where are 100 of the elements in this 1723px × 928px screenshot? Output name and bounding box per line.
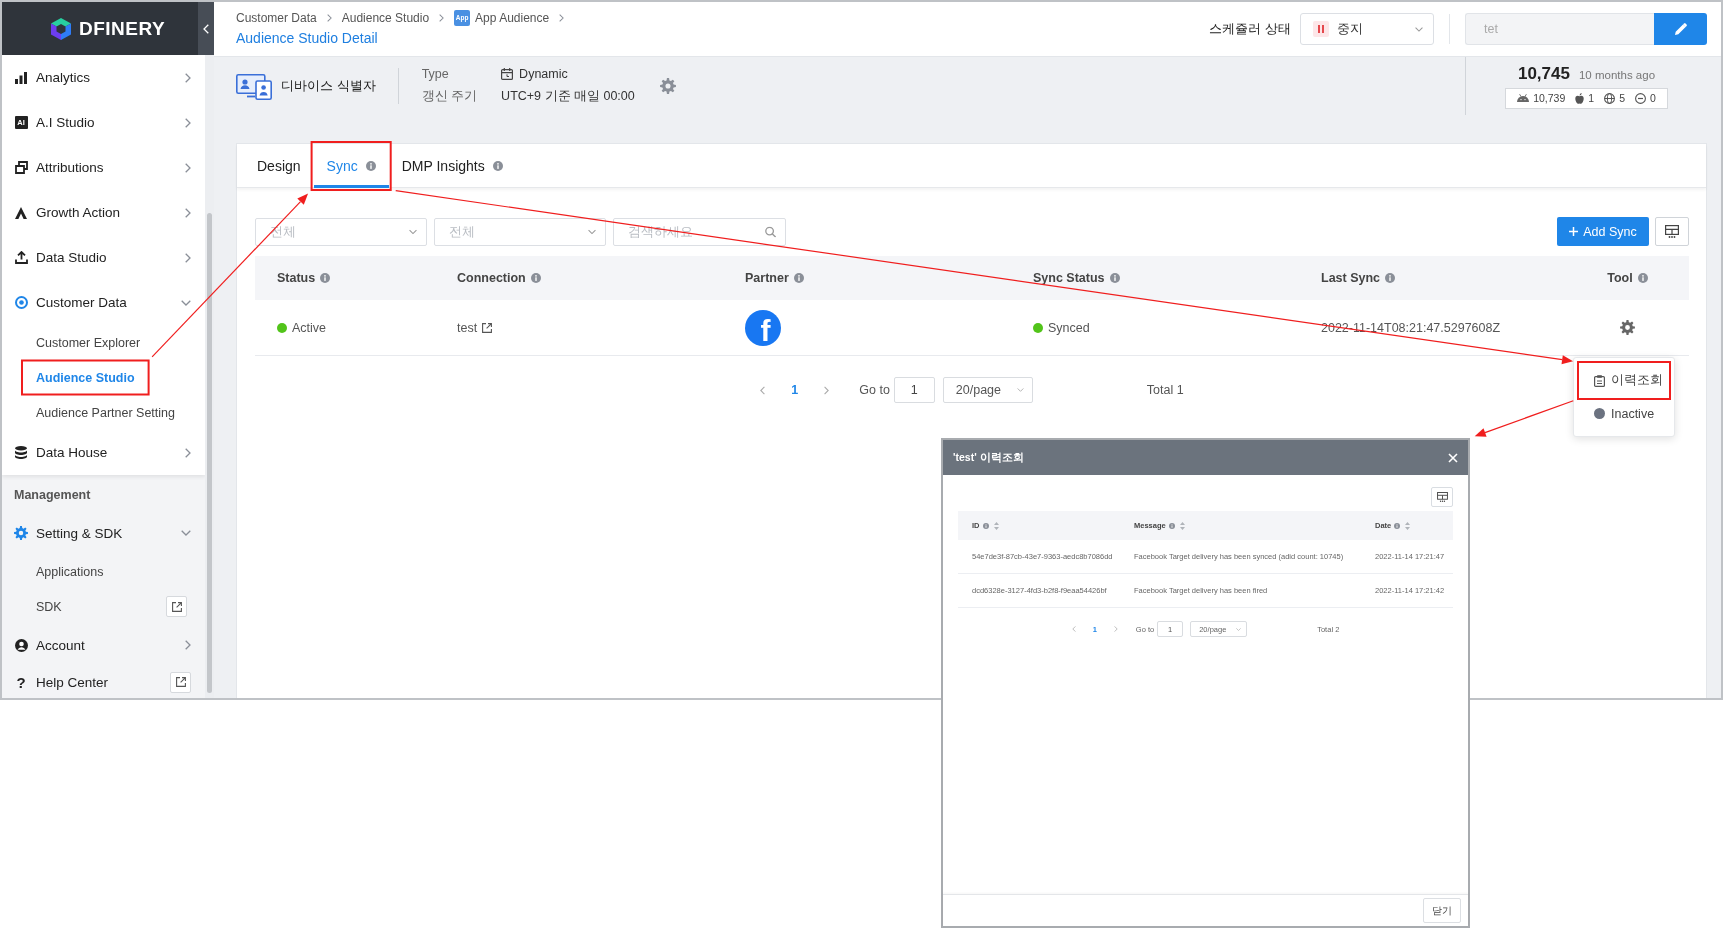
sidebar-subitem[interactable]: Audience Studio	[24, 362, 147, 393]
sort-icon[interactable]	[1179, 521, 1185, 530]
columns-icon	[1436, 492, 1448, 502]
field-value: Dynamic	[519, 67, 568, 81]
facebook-logo-icon: f	[745, 309, 781, 346]
chevron-down-icon	[409, 229, 417, 234]
column-header: Connection	[457, 271, 526, 285]
collapse-button[interactable]	[198, 2, 214, 55]
tab[interactable]: Sync	[313, 144, 389, 188]
field-label: 갱신 주기	[421, 88, 478, 105]
external-link-icon	[175, 677, 186, 687]
platform-count: 5	[1619, 92, 1625, 104]
breadcrumb-link[interactable]: Customer Data	[236, 10, 317, 26]
chevron-left-icon	[203, 23, 209, 34]
cube-logo-icon	[50, 16, 72, 41]
sync-status-label: Synced	[1048, 320, 1090, 335]
column-header: Partner	[745, 271, 789, 285]
sidebar-subitem[interactable]: Audience Partner Setting	[24, 397, 187, 428]
status-label: Active	[292, 320, 327, 335]
sidebar-subitem[interactable]: Customer Explorer	[24, 327, 153, 358]
page-title: Audience Studio Detail	[236, 29, 379, 48]
chevron-left-icon[interactable]	[1071, 626, 1076, 632]
chevron-right-icon[interactable]	[1113, 626, 1118, 632]
page-button[interactable]: 1	[791, 383, 799, 397]
sort-icon[interactable]	[993, 521, 999, 530]
close-button[interactable]: 닫기	[1423, 898, 1461, 923]
chevron-left-icon[interactable]	[760, 385, 766, 395]
close-icon[interactable]	[1448, 452, 1458, 463]
updated-time: 10 months ago	[1578, 68, 1656, 81]
chevron-down-icon	[588, 229, 596, 234]
sidebar-item[interactable]: Data House	[2, 430, 205, 475]
platform-count: 10,739	[1533, 92, 1566, 104]
platform-count: 1	[1588, 92, 1595, 104]
filter-select[interactable]: 전체	[434, 217, 606, 246]
search-icon	[765, 226, 776, 237]
menu-item[interactable]: Inactive	[1580, 397, 1668, 430]
scrollbar[interactable]	[207, 213, 212, 693]
sidebar-subitem[interactable]: Applications	[24, 556, 116, 587]
sidebar-subitem[interactable]: SDK	[24, 591, 74, 622]
filter-select[interactable]: 전체	[255, 217, 427, 246]
peak-icon	[15, 206, 27, 219]
sidebar-item[interactable]: ? Help Center	[2, 666, 205, 698]
edit-button[interactable]	[1654, 13, 1707, 45]
sidebar-item[interactable]: Attributions	[2, 145, 205, 190]
identifier-label: 디바이스 식별자	[281, 77, 376, 95]
field-label: Type	[421, 67, 450, 81]
goto-label: Go to	[859, 383, 890, 397]
globe-icon	[1604, 92, 1616, 104]
tab[interactable]: DMP Insights	[388, 144, 516, 188]
chevron-down-icon	[1415, 26, 1423, 32]
brand-logo: DFINERY	[79, 17, 166, 40]
chevron-right-icon	[439, 14, 445, 22]
android-icon	[1517, 94, 1530, 102]
platform-count: 0	[1650, 92, 1656, 104]
chevron-right-icon[interactable]	[824, 385, 830, 395]
column-settings-button[interactable]	[1655, 217, 1689, 246]
goto-field[interactable]: 1	[893, 377, 935, 403]
column-header: Last Sync	[1321, 271, 1381, 285]
sidebar-item[interactable]: Data Studio	[2, 235, 205, 280]
breadcrumb-link[interactable]: App Audience	[475, 10, 550, 26]
sidebar-item[interactable]: Account	[2, 624, 205, 666]
clipboard-icon	[1594, 374, 1605, 387]
columns-icon	[1665, 225, 1679, 238]
external-link-button[interactable]	[166, 596, 187, 617]
column-settings-button[interactable]	[1431, 487, 1453, 507]
bar-chart-icon	[15, 71, 27, 84]
chevron-down-icon	[1016, 388, 1024, 392]
sidebar-item[interactable]: Growth Action	[2, 190, 205, 235]
external-link-button[interactable]	[170, 671, 191, 693]
total-count: Total 1	[1146, 383, 1184, 397]
section-title: Management	[13, 487, 92, 504]
sort-icon[interactable]	[1405, 521, 1411, 530]
search-field[interactable]: 검색하세요	[613, 217, 786, 246]
scheduler-select[interactable]: 중지	[1300, 13, 1434, 45]
audience-count: 10,745	[1517, 63, 1570, 84]
apple-icon	[1575, 92, 1585, 104]
breadcrumb-link[interactable]: Audience Studio	[341, 10, 430, 26]
sidebar-item[interactable]: Customer Data	[2, 280, 205, 325]
calendar-icon	[501, 68, 514, 80]
scheduler-label: 스케쥴러 상태	[1209, 20, 1291, 38]
menu-item[interactable]: 이력조회	[1580, 364, 1668, 397]
sidebar-item[interactable]: Setting & SDK	[2, 512, 205, 554]
settings-icon	[14, 526, 28, 540]
column-header: Tool	[1607, 271, 1633, 285]
field-value: UTC+9 기준 매일 00:00	[501, 88, 635, 105]
tab[interactable]: Design	[244, 144, 314, 188]
pencil-icon	[1674, 23, 1687, 35]
plus-icon	[1569, 227, 1579, 236]
settings-icon[interactable]	[659, 78, 676, 94]
overlapping-squares-icon	[14, 161, 28, 174]
column-header: Status	[277, 271, 316, 285]
pause-icon	[1313, 21, 1329, 37]
connection-link[interactable]: test	[457, 320, 478, 335]
sidebar-item[interactable]: Analytics	[2, 55, 205, 100]
upload-icon	[14, 251, 28, 264]
page-size-select[interactable]: 20/page	[942, 377, 1033, 403]
external-link-icon	[171, 601, 182, 612]
settings-icon[interactable]	[1620, 320, 1635, 335]
user-icon	[14, 638, 28, 652]
add-sync-button[interactable]: Add Sync	[1557, 217, 1649, 246]
